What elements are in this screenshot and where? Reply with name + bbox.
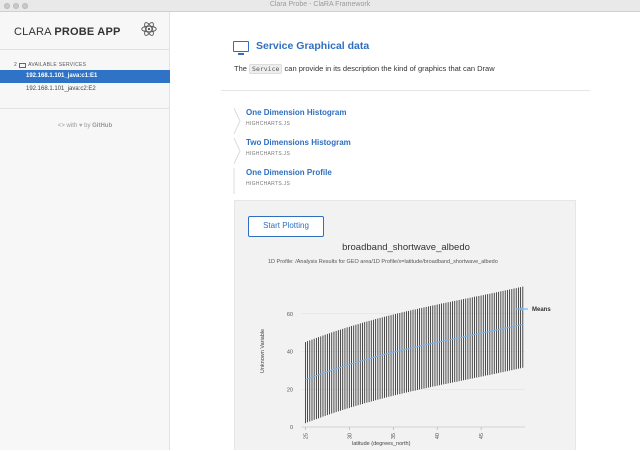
services-list: 192.168.1.101_java:c1:E1 192.168.1.101_j… [0, 70, 170, 96]
profile-panel: Start Plotting broadband_shortwave_albed… [234, 200, 576, 450]
y-tick-label: 40 [287, 350, 293, 356]
x-tick-label: 40 [435, 433, 441, 439]
chevron-right-icon [233, 138, 241, 164]
credit-line: <> with ♥ by GitHub [0, 123, 170, 129]
app-brand: CLARA PROBE APP [14, 26, 121, 38]
start-plotting-button[interactable]: Start Plotting [248, 216, 324, 237]
y-tick-label: 20 [287, 387, 293, 393]
y-tick-label: 0 [290, 425, 293, 431]
brand-bold: PROBE APP [54, 26, 121, 38]
x-tick-label: 45 [479, 433, 485, 439]
service-item-e2[interactable]: 192.168.1.101_java:c2:E2 [0, 83, 170, 96]
service-item-e1[interactable]: 192.168.1.101_java:c1:E1 [0, 70, 170, 83]
window-titlebar: Clara Probe - ClaRA Framework [0, 0, 640, 12]
services-header: 2 AVAILABLE SERVICES [14, 62, 86, 68]
page-description: The Service can provide in its descripti… [234, 64, 495, 74]
services-count: 2 [14, 62, 18, 68]
page-title-text: Service Graphical data [256, 40, 370, 52]
desc-post: can provide in its description the kind … [284, 64, 495, 73]
legend-label: Means [532, 307, 551, 313]
heart-icon: ♥ [78, 123, 83, 129]
section-title[interactable]: Two Dimensions Histogram [246, 138, 351, 147]
section-title[interactable]: One Dimension Histogram [246, 108, 346, 117]
brand-light: CLARA [14, 26, 55, 38]
service-code: Service [249, 64, 283, 74]
section-open-indicator [233, 168, 235, 194]
page-title: Service Graphical data [233, 40, 370, 55]
monitor-icon [233, 40, 249, 55]
chart-subtitle: 1D Profile: /Analysis Results for GEO ar… [268, 259, 498, 265]
legend-marker [520, 307, 524, 311]
desc-pre: The [234, 64, 247, 73]
section-library: HIGHCHARTS.JS [246, 121, 291, 127]
profile-chart: broadband_shortwave_albedo 1D Profile: /A… [260, 242, 551, 447]
github-link[interactable]: GitHub [92, 123, 112, 129]
x-tick-label: 25 [303, 433, 309, 439]
section-library: HIGHCHARTS.JS [246, 181, 291, 187]
sidebar: CLARA PROBE APP 2 AVAILABLE SERVICES 192… [0, 12, 170, 450]
x-tick-label: 35 [391, 433, 397, 439]
divider [221, 90, 590, 91]
monitor-icon [19, 62, 27, 68]
credit-by: by [84, 123, 91, 129]
x-tick-label: 30 [347, 433, 353, 439]
sidebar-divider [0, 108, 170, 109]
atom-logo-icon [141, 22, 157, 36]
y-axis-label: Unknown Variable [260, 329, 266, 373]
x-axis-label: latitude (degrees_north) [352, 441, 411, 447]
credit-prefix: <> with [57, 123, 78, 129]
section-library: HIGHCHARTS.JS [246, 151, 291, 157]
chevron-right-icon [233, 108, 241, 134]
window-title: Clara Probe - ClaRA Framework [269, 1, 371, 8]
services-label: AVAILABLE SERVICES [28, 62, 87, 68]
y-tick-label: 60 [287, 312, 293, 318]
section-title[interactable]: One Dimension Profile [246, 168, 332, 177]
main-content: Service Graphical data The Service can p… [171, 12, 640, 450]
chart-title: broadband_shortwave_albedo [342, 242, 470, 253]
sidebar-divider [0, 49, 170, 50]
